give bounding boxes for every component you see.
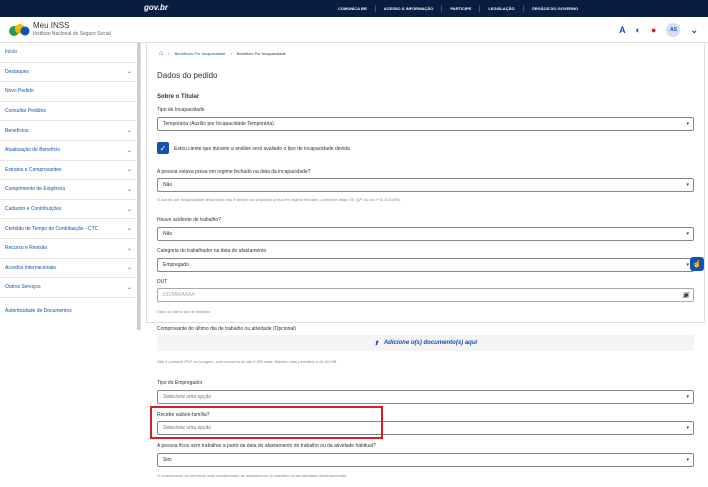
- chevron-down-icon: ⌄: [126, 128, 132, 135]
- section-title: Sobre o Titular: [157, 94, 200, 100]
- chevron-right-icon: ›: [230, 51, 232, 56]
- ciente-label: Estou ciente que durante a análise será …: [174, 146, 350, 152]
- caret-down-icon: ▾: [686, 182, 689, 188]
- ciente-checkbox[interactable]: ✓: [157, 142, 169, 154]
- empregador-select[interactable]: Selecione uma opção ▾: [157, 390, 694, 404]
- sidebar-item-exigencia[interactable]: Cumprimento de Exigência ⌄: [0, 180, 140, 200]
- breadcrumb-item-1[interactable]: Benefícios Por Incapacidade: [175, 51, 226, 56]
- ficou-select[interactable]: Sim ▾: [157, 453, 694, 467]
- accessibility-icon[interactable]: ☝: [690, 257, 704, 271]
- app-title: Meu INSS: [33, 21, 70, 30]
- chevron-right-icon: ›: [168, 51, 170, 56]
- chevron-down-icon: ⌄: [126, 206, 132, 213]
- gov-link-legislacao[interactable]: LEGISLAÇÃO: [480, 5, 524, 12]
- empregador-label: Tipo do Empregador: [157, 380, 203, 386]
- chevron-down-icon: ⌄: [126, 245, 132, 252]
- dut-hint: Data do último dia de trabalho: [157, 309, 211, 314]
- presa-label: A pessoa estava presa em regime fechado …: [157, 169, 311, 175]
- caret-down-icon: ▾: [686, 121, 689, 127]
- caret-down-icon: ▾: [686, 394, 689, 400]
- breadcrumb: ⌂ › Benefícios Por Incapacidade › Benefí…: [159, 50, 286, 57]
- presa-hint: O auxílio por incapacidade temporária nã…: [157, 197, 402, 202]
- gov-link-comunica[interactable]: COMUNICA BR: [330, 5, 376, 12]
- home-icon[interactable]: ⌂: [159, 50, 163, 57]
- caret-down-icon: ▾: [686, 262, 689, 268]
- sidebar-item-extratos[interactable]: Extratos e Comprovantes ⌄: [0, 161, 140, 181]
- ficou-label: A pessoa ficou sem trabalhar a partir da…: [157, 443, 376, 449]
- dut-label: DUT: [157, 279, 168, 285]
- gov-link-orgaos[interactable]: ÓRGÃOS DO GOVERNO: [524, 5, 586, 12]
- acidente-select[interactable]: Não ▾: [157, 227, 694, 241]
- sidebar-item-recurso[interactable]: Recurso e Revisão ⌄: [0, 239, 140, 259]
- sidebar-item-beneficios[interactable]: Benefícios ⌄: [0, 121, 140, 141]
- header-actions: A ◐ ● AS ⌄: [619, 23, 698, 37]
- upload-button[interactable]: ⬆ Adicione o(s) documento(s) aqui: [157, 335, 694, 351]
- tipo-select[interactable]: Temporária (Auxílio por Incapacidade Tem…: [157, 117, 694, 131]
- sidebar-item-inicio[interactable]: Início: [0, 43, 140, 63]
- sidebar-scrollbar[interactable]: [137, 43, 140, 330]
- sidebar: Início Destaques ⌄ Novo Pedido Consultar …: [0, 43, 141, 330]
- govbr-logo[interactable]: gov.br: [144, 3, 168, 12]
- sidebar-item-novo-pedido[interactable]: Novo Pedido: [0, 82, 140, 102]
- tipo-label: Tipo de Incapacidade: [157, 107, 205, 113]
- chevron-down-icon: ⌄: [126, 167, 132, 174]
- chevron-down-icon: ⌄: [126, 284, 132, 291]
- comprovante-label: Comprovante do último dia de trabalho ou…: [157, 326, 296, 332]
- ficou-hint: O recebimento do benefício está condicio…: [157, 473, 348, 478]
- chevron-down-icon: ⌄: [126, 265, 132, 272]
- upload-icon: ⬆: [373, 340, 379, 347]
- upload-hint: São é possível PDF ou Imagem, com tamanh…: [157, 359, 337, 364]
- categoria-select[interactable]: Empregado ▾: [157, 258, 694, 272]
- gov-link-acesso[interactable]: ACESSO À INFORMAÇÃO: [376, 5, 443, 12]
- gov-links: COMUNICA BR ACESSO À INFORMAÇÃO PARTICIP…: [330, 5, 586, 12]
- sidebar-item-destaques[interactable]: Destaques ⌄: [0, 63, 140, 83]
- chevron-down-icon: ⌄: [126, 226, 132, 233]
- breadcrumb-item-current: Benefício Por Incapacidade: [236, 51, 286, 56]
- sidebar-item-autenticidade[interactable]: Autenticidade de Documentos: [0, 298, 140, 325]
- calendar-icon[interactable]: ▣: [682, 291, 689, 299]
- chevron-down-icon[interactable]: ⌄: [690, 25, 698, 36]
- app-subtitle: Instituto Nacional do Seguro Social: [33, 31, 111, 37]
- font-size-icon[interactable]: A: [619, 25, 626, 35]
- sidebar-item-cadastro[interactable]: Cadastro e Contribuições ⌄: [0, 200, 140, 220]
- categoria-label: Categoria do trabalhador na data do afas…: [157, 248, 267, 254]
- dut-input[interactable]: DD/MM/AAAA ▣: [157, 288, 694, 302]
- sidebar-item-outros[interactable]: Outros Serviços ⌄: [0, 278, 140, 298]
- avatar[interactable]: AS: [666, 23, 681, 37]
- gov-link-participe[interactable]: PARTICIPE: [442, 5, 481, 12]
- sidebar-item-ctc[interactable]: Certidão de Tempo de Contribuição - CTC ⌄: [0, 219, 140, 239]
- sidebar-item-consultar-pedidos[interactable]: Consultar Pedidos: [0, 102, 140, 122]
- caret-down-icon: ▾: [686, 425, 689, 431]
- presa-select[interactable]: Não ▾: [157, 178, 694, 192]
- gov-topbar: gov.br COMUNICA BR ACESSO À INFORMAÇÃO P…: [0, 0, 708, 17]
- inss-logo-icon[interactable]: [8, 23, 30, 37]
- caret-down-icon: ▾: [686, 457, 689, 463]
- contrast-icon[interactable]: ◐: [636, 25, 641, 35]
- chevron-down-icon: ⌄: [126, 186, 132, 193]
- app-header: Meu INSS Instituto Nacional do Seguro So…: [0, 17, 708, 43]
- acidente-label: Houve acidente de trabalho?: [157, 217, 221, 223]
- page-title: Dados do pedido: [157, 71, 218, 80]
- sidebar-item-acordos[interactable]: Acordos Internacionais ⌄: [0, 259, 140, 279]
- sidebar-item-atualizacao[interactable]: Atualização de Benefício ⌄: [0, 141, 140, 161]
- caret-down-icon: ▾: [686, 231, 689, 237]
- chevron-down-icon: ⌄: [126, 69, 132, 76]
- notification-icon[interactable]: ●: [651, 25, 656, 35]
- highlight-box: [150, 406, 383, 439]
- chevron-down-icon: ⌄: [126, 147, 132, 154]
